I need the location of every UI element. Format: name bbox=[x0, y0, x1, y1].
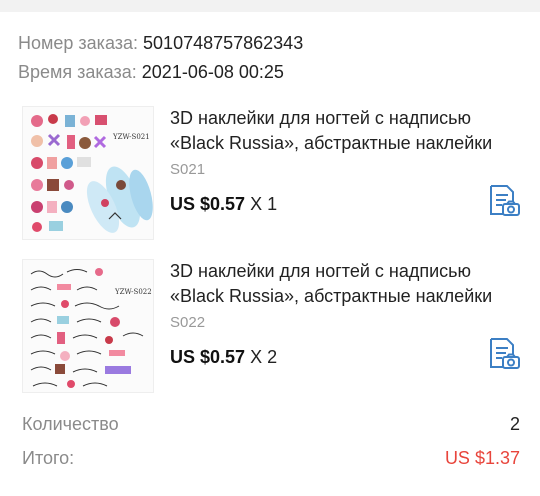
product-thumbnail[interactable]: YZW-S021 bbox=[22, 106, 154, 240]
product-sku: S022 bbox=[170, 314, 206, 331]
price-row: US $0.57 X 2 bbox=[170, 345, 277, 369]
top-divider bbox=[0, 0, 540, 12]
order-item[interactable]: YZW-S021 3D наклейки для ногтей с надпис… bbox=[0, 100, 540, 250]
product-thumbnail[interactable]: YZW-S022 bbox=[22, 259, 154, 393]
thumbnail-sku-text: YZW-S022 bbox=[114, 288, 152, 296]
summary-quantity-row: Количество 2 bbox=[22, 413, 520, 435]
summary-total-row: Итого: US $1.37 bbox=[22, 447, 520, 469]
order-number-value: 5010748757862343 bbox=[143, 33, 304, 53]
summary-total-value: US $1.37 bbox=[444, 448, 520, 468]
document-camera-icon[interactable] bbox=[485, 335, 521, 371]
price-row: US $0.57 X 1 bbox=[170, 192, 277, 216]
document-camera-icon[interactable] bbox=[485, 182, 521, 218]
order-time-label: Время заказа: bbox=[18, 62, 137, 82]
order-number-line: Номер заказа: 5010748757862343 bbox=[18, 32, 303, 54]
product-sku: S021 bbox=[170, 161, 206, 178]
product-quantity: X 2 bbox=[250, 347, 278, 367]
order-item[interactable]: YZW-S022 3D наклейки для ногтей с надпис… bbox=[0, 253, 540, 403]
product-price: US $0.57 bbox=[170, 194, 246, 214]
product-title[interactable]: 3D наклейки для ногтей с надписью «Black… bbox=[170, 106, 522, 156]
thumbnail-sku-text: YZW-S021 bbox=[112, 133, 150, 141]
order-time-value: 2021-06-08 00:25 bbox=[141, 62, 284, 82]
product-quantity: X 1 bbox=[250, 194, 278, 214]
order-time-line: Время заказа: 2021-06-08 00:25 bbox=[18, 61, 284, 83]
summary-quantity-label: Количество bbox=[22, 414, 119, 434]
product-title[interactable]: 3D наклейки для ногтей с надписью «Black… bbox=[170, 259, 522, 309]
order-number-label: Номер заказа: bbox=[18, 33, 139, 53]
product-price: US $0.57 bbox=[170, 347, 246, 367]
summary-total-label: Итого: bbox=[22, 448, 75, 468]
summary-quantity-value: 2 bbox=[509, 414, 520, 434]
